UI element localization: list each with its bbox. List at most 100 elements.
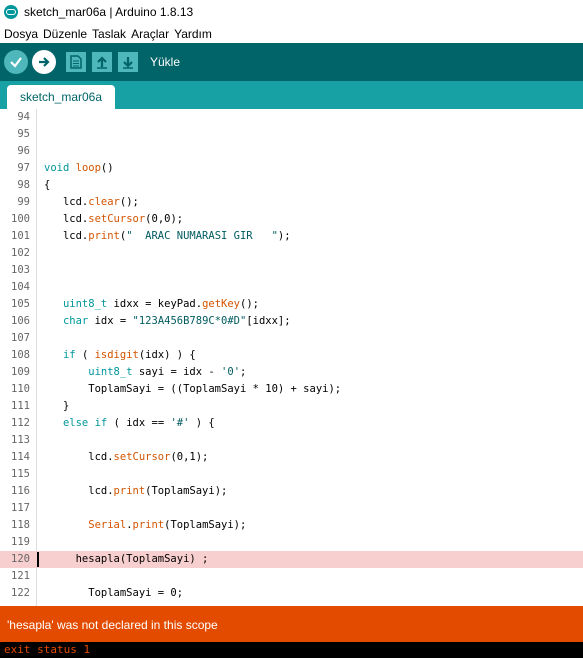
code-line: 122 ToplamSayi = 0;	[0, 585, 583, 602]
line-number: 122	[11, 587, 30, 599]
line-number: 96	[17, 145, 30, 157]
code-text: lcd.setCursor(0,1);	[44, 451, 209, 463]
tab-sketch[interactable]: sketch_mar06a	[7, 85, 115, 109]
toolbar-hover-label: Yükle	[150, 55, 181, 69]
arduino-logo-icon	[4, 5, 18, 19]
line-number: 94	[17, 111, 30, 123]
code-line: 116 lcd.print(ToplamSayi);	[0, 483, 583, 500]
tab-bar: sketch_mar06a	[0, 81, 583, 109]
code-line: 96	[0, 143, 583, 160]
code-line: 103	[0, 262, 583, 279]
line-number: 108	[11, 349, 30, 361]
open-button[interactable]	[92, 52, 112, 72]
code-line: 121	[0, 568, 583, 585]
code-text: void loop()	[44, 162, 114, 174]
line-number: 117	[11, 502, 30, 514]
code-line: 100 lcd.setCursor(0,0);	[0, 211, 583, 228]
line-number: 119	[11, 536, 30, 548]
code-line: 107	[0, 330, 583, 347]
line-number: 103	[11, 264, 30, 276]
code-line: 104	[0, 279, 583, 296]
code-text: else if ( idx == '#' ) {	[62, 417, 215, 429]
arrow-down-icon	[123, 57, 133, 69]
verify-button[interactable]	[4, 50, 28, 74]
line-number: 109	[11, 366, 30, 378]
code-text: uint8_t idxx = keyPad.getKey();	[62, 298, 259, 310]
upload-button[interactable]	[32, 50, 56, 74]
line-number: 121	[11, 570, 30, 582]
line-number: 100	[11, 213, 30, 225]
line-number: 101	[11, 230, 30, 242]
error-line: 120 hesapla(ToplamSayi) ;	[0, 551, 583, 568]
line-number: 106	[11, 315, 30, 327]
line-number: 114	[11, 451, 30, 463]
code-line: 115	[0, 466, 583, 483]
new-button[interactable]	[66, 52, 86, 72]
code-line: 118 Serial.print(ToplamSayi);	[0, 517, 583, 534]
menu-yardim[interactable]: Yardım	[174, 27, 212, 41]
code-text: hesapla(ToplamSayi) ;	[44, 553, 209, 565]
code-text: ToplamSayi = ((ToplamSayi * 10) + sayi);	[44, 383, 342, 395]
menu-dosya[interactable]: Dosya	[4, 27, 38, 41]
code-text: {	[44, 179, 51, 191]
checkmark-icon	[10, 57, 22, 68]
line-number: 102	[11, 247, 30, 259]
code-line: 109 uint8_t sayi = idx - '0';	[0, 364, 583, 381]
text-caret	[37, 552, 39, 567]
code-text: if ( isdigit(idx) ) {	[62, 349, 196, 361]
window-title: sketch_mar06a | Arduino 1.8.13	[24, 5, 194, 19]
code-line: 97 void loop()	[0, 160, 583, 177]
code-line: 117	[0, 500, 583, 517]
line-number: 120	[11, 553, 30, 565]
code-line: 99 lcd.clear();	[0, 194, 583, 211]
line-number: 116	[11, 485, 30, 497]
line-number: 104	[11, 281, 30, 293]
code-line: 110 ToplamSayi = ((ToplamSayi * 10) + sa…	[0, 381, 583, 398]
code-line: 102	[0, 245, 583, 262]
code-line: 106 char idx = "123A456B789C*0#D"[idxx];	[0, 313, 583, 330]
menu-duzenle[interactable]: Düzenle	[43, 27, 87, 41]
console-text: exit status 1	[4, 643, 91, 656]
code-line: 119	[0, 534, 583, 551]
code-line: 114 lcd.setCursor(0,1);	[0, 449, 583, 466]
code-text: lcd.print(" ARAC NUMARASI GIR ");	[44, 230, 291, 242]
line-number: 111	[11, 400, 30, 412]
error-message: 'hesapla' was not declared in this scope	[7, 618, 218, 632]
line-number: 113	[11, 434, 30, 446]
line-number: 118	[11, 519, 30, 531]
error-bar: 'hesapla' was not declared in this scope	[0, 606, 583, 642]
line-number: 95	[17, 128, 30, 140]
code-text: lcd.setCursor(0,0);	[44, 213, 184, 225]
code-text: char idx = "123A456B789C*0#D"[idxx];	[62, 315, 291, 327]
code-line: 108 if ( isdigit(idx) ) {	[0, 347, 583, 364]
code-text: Serial.print(ToplamSayi);	[88, 519, 247, 531]
code-text: ToplamSayi = 0;	[44, 587, 184, 599]
line-number: 98	[17, 179, 30, 191]
line-number: 97	[17, 162, 30, 174]
arrow-up-icon	[97, 56, 107, 69]
line-number: 112	[11, 417, 30, 429]
code-editor[interactable]: 94 95 96 97 void loop() 98{99 lcd.clear(); 100…	[0, 109, 583, 606]
code-line: 113	[0, 432, 583, 449]
line-number: 107	[11, 332, 30, 344]
code-line: 101 lcd.print(" ARAC NUMARASI GIR ");	[0, 228, 583, 245]
code-text: lcd.clear();	[44, 196, 139, 208]
code-line: 98 {	[0, 177, 583, 194]
line-number: 105	[11, 298, 30, 310]
console: exit status 1	[0, 642, 583, 658]
code-line: 112 else if ( idx == '#' ) {	[0, 415, 583, 432]
menu-araclar[interactable]: Araçlar	[131, 27, 169, 41]
title-bar: sketch_mar06a | Arduino 1.8.13	[0, 0, 583, 24]
code-text: }	[44, 400, 70, 412]
code-line: 111 }	[0, 398, 583, 415]
code-line: 105 uint8_t idxx = keyPad.getKey();	[0, 296, 583, 313]
new-file-icon	[70, 55, 82, 69]
menu-taslak[interactable]: Taslak	[92, 27, 126, 41]
arrow-right-icon	[39, 57, 50, 67]
code-line: 95	[0, 126, 583, 143]
code-text: uint8_t sayi = idx - '0';	[88, 366, 247, 378]
code-line: 94	[0, 109, 583, 126]
code-text: lcd.print(ToplamSayi);	[44, 485, 228, 497]
line-number: 110	[11, 383, 30, 395]
save-button[interactable]	[118, 52, 138, 72]
